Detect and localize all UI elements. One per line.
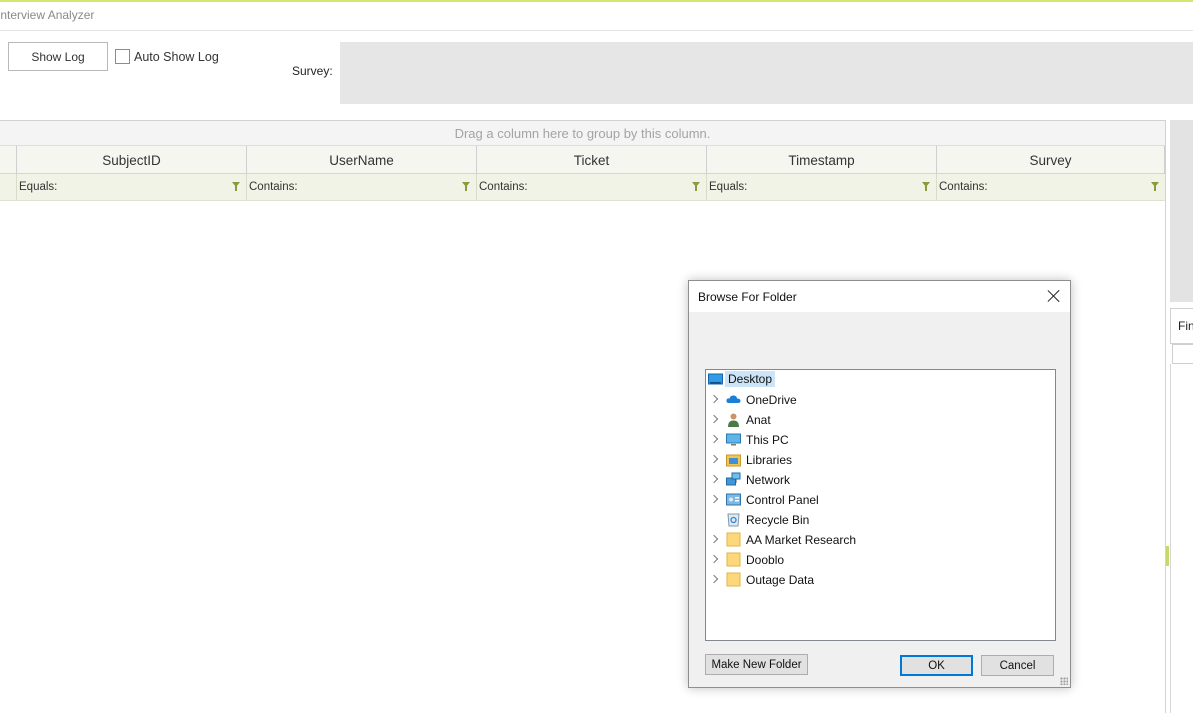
filter-row: Equals: Contains: Contains: Equals: Cont… (0, 174, 1165, 201)
tree-item-this-pc[interactable]: This PC (706, 430, 1055, 450)
tree-item-label: This PC (746, 433, 789, 447)
tree-item-label: Recycle Bin (746, 513, 810, 527)
column-header-subjectid[interactable]: SubjectID (16, 146, 246, 174)
filter-icon[interactable] (692, 182, 700, 191)
make-new-folder-button[interactable]: Make New Folder (705, 654, 808, 675)
tree-item-label: Desktop (725, 371, 776, 387)
tree-item-label: Network (746, 473, 791, 487)
auto-show-log-label: Auto Show Log (134, 49, 219, 64)
tree-item-control-panel[interactable]: Control Panel (706, 490, 1055, 510)
group-by-panel[interactable]: Drag a column here to group by this colu… (0, 121, 1165, 145)
tree-item-label: Outage Data (746, 573, 815, 587)
filter-operator: Equals: (709, 181, 748, 193)
filter-cell-ticket[interactable]: Contains: (476, 174, 706, 200)
filter-cell-username[interactable]: Contains: (246, 174, 476, 200)
right-panel-border (1170, 364, 1171, 713)
tree-item-aa-market-research[interactable]: AA Market Research (706, 530, 1055, 550)
app-title: Interview Analyzer (0, 8, 95, 22)
close-icon[interactable] (1046, 288, 1062, 304)
folder-icon (726, 572, 741, 587)
tree-item-label: Control Panel (746, 493, 819, 507)
survey-field[interactable] (340, 42, 1193, 104)
filter-operator: Contains: (479, 181, 528, 193)
dialog-title: Browse For Folder (698, 290, 797, 304)
chevron-right-icon[interactable] (709, 434, 719, 444)
chevron-right-icon[interactable] (709, 534, 719, 544)
filter-icon[interactable] (462, 182, 470, 191)
filter-cell-timestamp[interactable]: Equals: (706, 174, 936, 200)
chevron-right-icon[interactable] (709, 394, 719, 404)
right-panel-field[interactable] (1172, 344, 1193, 364)
resize-grip-icon[interactable] (1060, 677, 1068, 685)
auto-show-log-checkbox[interactable]: Auto Show Log (115, 49, 219, 64)
folder-icon (726, 532, 741, 547)
cancel-button[interactable]: Cancel (981, 655, 1054, 676)
column-header-timestamp[interactable]: Timestamp (706, 146, 936, 174)
chevron-right-icon[interactable] (709, 554, 719, 564)
filter-cell-survey[interactable]: Contains: (936, 174, 1165, 200)
checkbox-box[interactable] (115, 49, 130, 64)
chevron-right-icon[interactable] (709, 494, 719, 504)
splitter-handle[interactable] (1166, 546, 1169, 566)
tree-item-label: Dooblo (746, 553, 785, 567)
tree-item-network[interactable]: Network (706, 470, 1055, 490)
tree-item-outage-data[interactable]: Outage Data (706, 570, 1055, 590)
column-header-survey[interactable]: Survey (936, 146, 1165, 174)
survey-label: Survey: (292, 64, 333, 78)
recycle-bin-icon (727, 513, 740, 527)
filter-operator: Contains: (939, 181, 988, 193)
network-icon (726, 472, 741, 486)
chevron-right-icon[interactable] (709, 454, 719, 464)
filter-icon[interactable] (922, 182, 930, 191)
chevron-right-icon[interactable] (709, 474, 719, 484)
filter-operator: Equals: (19, 181, 58, 193)
user-icon (728, 413, 739, 427)
show-log-button[interactable]: Show Log (8, 42, 108, 71)
folder-tree[interactable]: Desktop OneDrive Anat This PC Libraries … (705, 369, 1056, 641)
tree-item-label: AA Market Research (746, 533, 857, 547)
dialog-titlebar[interactable]: Browse For Folder (689, 281, 1070, 312)
desktop-icon (708, 373, 723, 385)
filter-icon[interactable] (1151, 182, 1159, 191)
chevron-right-icon[interactable] (709, 574, 719, 584)
tree-item-desktop[interactable]: Desktop (706, 370, 1055, 390)
right-panel-tab[interactable]: Fin (1170, 308, 1193, 344)
column-header-row: SubjectID UserName Ticket Timestamp Surv… (0, 145, 1165, 174)
tree-item-anat[interactable]: Anat (706, 410, 1055, 430)
filter-cell-subjectid[interactable]: Equals: (16, 174, 246, 200)
tree-item-dooblo[interactable]: Dooblo (706, 550, 1055, 570)
tree-item-libraries[interactable]: Libraries (706, 450, 1055, 470)
tree-item-recycle-bin[interactable]: Recycle Bin (706, 510, 1055, 530)
chevron-right-icon[interactable] (709, 414, 719, 424)
library-icon (726, 454, 741, 467)
right-panel-header (1170, 120, 1193, 302)
control-panel-icon (726, 493, 741, 506)
folder-icon (726, 552, 741, 567)
column-header-username[interactable]: UserName (246, 146, 476, 174)
filter-operator: Contains: (249, 181, 298, 193)
ok-button[interactable]: OK (900, 655, 973, 676)
filter-icon[interactable] (232, 182, 240, 191)
tree-item-label: Libraries (746, 453, 793, 467)
title-separator (0, 30, 1193, 31)
tree-item-label: Anat (746, 413, 771, 427)
column-header-ticket[interactable]: Ticket (476, 146, 706, 174)
cloud-icon (726, 395, 741, 403)
tree-item-label: OneDrive (746, 393, 797, 407)
computer-icon (726, 433, 741, 446)
tree-item-onedrive[interactable]: OneDrive (706, 390, 1055, 410)
title-accent-line (0, 0, 1193, 2)
browse-folder-dialog: Browse For Folder Desktop OneDrive Anat … (688, 280, 1071, 688)
